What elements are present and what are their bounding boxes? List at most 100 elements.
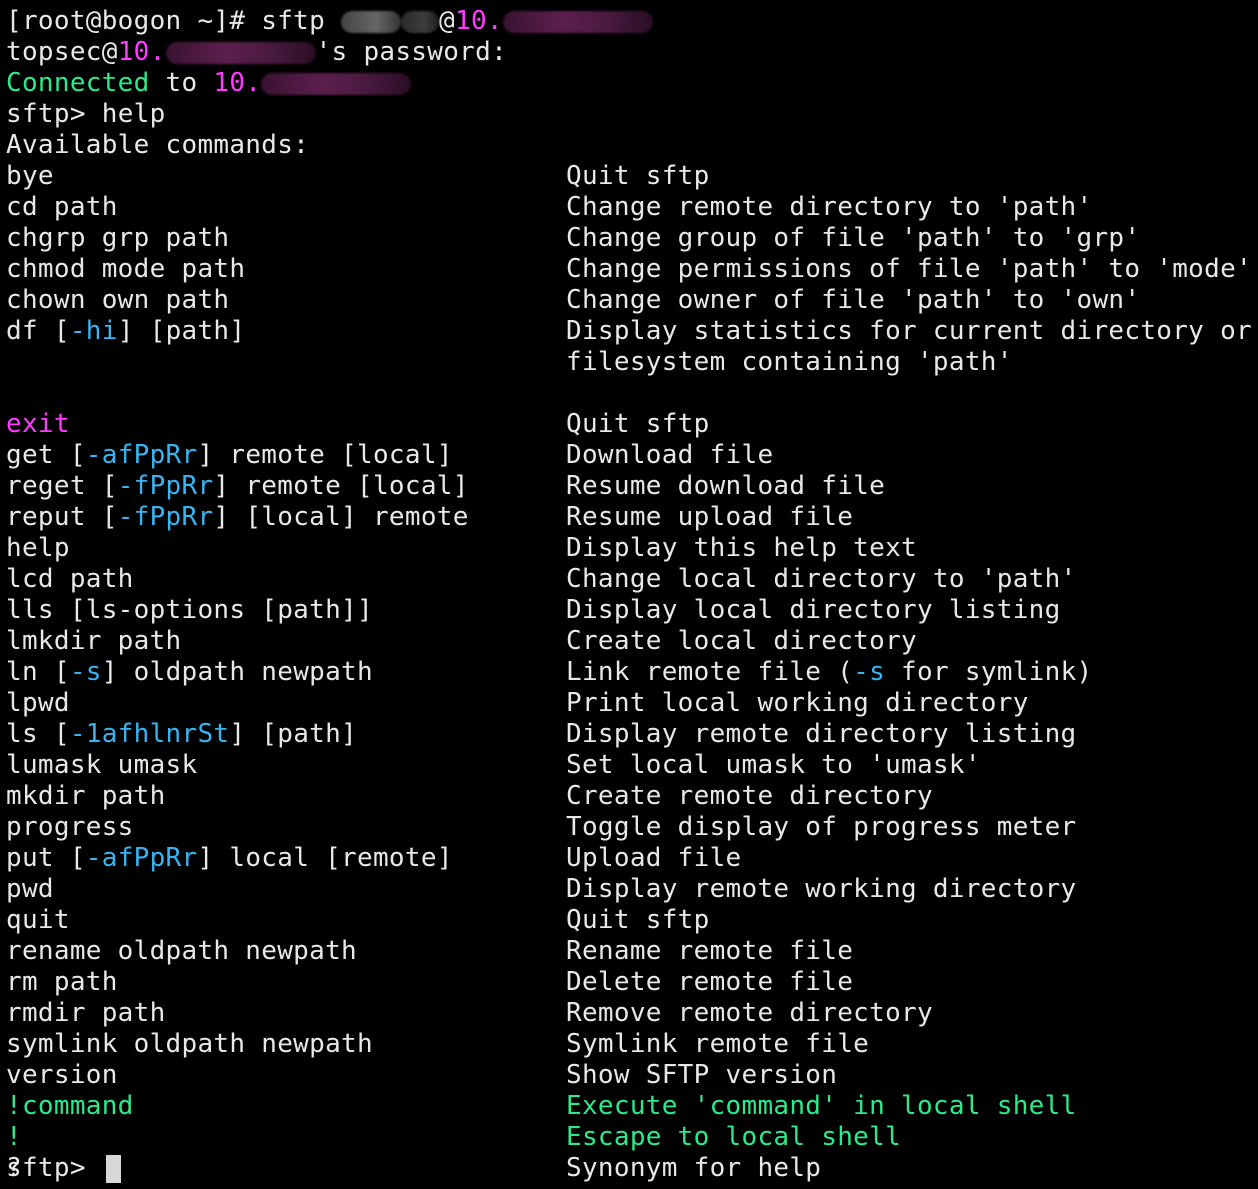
command-description: Change local directory to 'path' [566, 564, 1077, 594]
command-syntax: !command [6, 1091, 134, 1121]
redacted-host-ip [502, 10, 653, 33]
command-description: Download file [566, 440, 774, 470]
command-syntax: lumask umask [6, 750, 198, 780]
sftp-command: sftp [261, 6, 342, 36]
command-syntax: version [6, 1060, 118, 1090]
command-description: Resume upload file [566, 502, 854, 532]
command-description: Display local directory listing [566, 595, 1061, 625]
command-description: Quit sftp [566, 409, 710, 439]
command-syntax-text: ] [path] [229, 719, 358, 749]
command-description: Escape to local shell [566, 1122, 902, 1152]
command-syntax-text: ] oldpath newpath [101, 657, 373, 687]
command-description: Quit sftp [566, 905, 710, 935]
command-syntax: chmod mode path [6, 254, 246, 284]
command-syntax-text: ln [ [6, 657, 70, 687]
connected-line: Connected to 10. [6, 68, 412, 99]
command-syntax-text: ] remote [local] [197, 440, 453, 470]
command-option-flags: -afPpRr [85, 843, 198, 873]
host-ip-prefix: 10. [213, 68, 262, 98]
command-description: Delete remote file [566, 967, 854, 997]
command-syntax-text: put [ [6, 843, 86, 873]
command-description: Quit sftp [566, 161, 710, 191]
command-description: Display statistics for current directory… [566, 316, 1252, 346]
host-ip-prefix: 10. [455, 6, 503, 36]
command-syntax: reput [-fPpRr] [local] remote [6, 502, 469, 533]
command-syntax: ! [6, 1122, 22, 1152]
command-description-continued: filesystem containing 'path' [566, 347, 1013, 377]
description-text: for symlink) [885, 657, 1093, 687]
command-syntax: bye [6, 161, 54, 191]
command-syntax-text: reget [ [6, 471, 118, 501]
command-syntax: quit [6, 905, 70, 935]
command-description: Display remote directory listing [566, 719, 1077, 749]
command-syntax: ln [-s] oldpath newpath [6, 657, 373, 688]
command-description: Upload file [566, 843, 742, 873]
command-description: Synonym for help [566, 1153, 822, 1183]
password-prompt-line: topsec@10. 's password: [6, 37, 507, 68]
command-syntax: reget [-fPpRr] remote [local] [6, 471, 469, 502]
command-syntax: ls [-1afhlnrSt] [path] [6, 719, 357, 750]
command-option-flags: -s [69, 657, 102, 687]
command-description: Resume download file [566, 471, 886, 501]
command-description: Show SFTP version [566, 1060, 838, 1090]
command-syntax: df [-hi] [path] [6, 316, 245, 347]
command-syntax: pwd [6, 874, 54, 904]
command-syntax-text: ] [path] [117, 316, 246, 346]
command-option-flags: -1afhlnrSt [69, 719, 230, 749]
command-syntax: put [-afPpRr] local [remote] [6, 843, 453, 874]
command-description: Print local working directory [566, 688, 1029, 718]
shell-command-line: [root@bogon ~]# sftp @10. [6, 6, 653, 37]
command-syntax: rm path [6, 967, 118, 997]
command-syntax: help [6, 533, 70, 563]
command-syntax: lcd path [6, 564, 134, 594]
command-option-flags: -hi [69, 316, 118, 346]
login-user: topsec [6, 37, 102, 67]
command-description: Display remote working directory [566, 874, 1077, 904]
command-syntax: rmdir path [6, 998, 166, 1028]
at-sign: @ [101, 37, 118, 67]
description-option-flag: -s [853, 657, 886, 687]
command-syntax: get [-afPpRr] remote [local] [6, 440, 453, 471]
terminal-cursor [105, 1154, 121, 1183]
command-description: Remove remote directory [566, 998, 933, 1028]
description-text: Link remote file ( [566, 657, 854, 687]
redacted-username [341, 10, 402, 33]
command-syntax-text: reput [ [6, 502, 118, 532]
at-sign: @ [439, 6, 456, 36]
command-description: Symlink remote file [566, 1029, 870, 1059]
available-commands-heading: Available commands: [6, 130, 310, 160]
command-syntax: rename oldpath newpath [6, 936, 357, 966]
command-option-flags: -afPpRr [85, 440, 198, 470]
command-syntax-text: get [ [6, 440, 86, 470]
command-description: Create local directory [566, 626, 917, 656]
connected-to-text: to [149, 68, 214, 98]
terminal-window[interactable]: [root@bogon ~]# sftp @10. topsec@10.'s p… [0, 0, 1258, 1189]
command-description: Toggle display of progress meter [566, 812, 1077, 842]
command-description: Change remote directory to 'path' [566, 192, 1093, 222]
sftp-prompt: sftp> [6, 1153, 102, 1183]
command-option-flags: -fPpRr [117, 502, 214, 532]
redacted-host-ip [261, 72, 412, 95]
command-syntax-text: ] local [remote] [197, 843, 453, 873]
command-syntax: cd path [6, 192, 118, 222]
command-syntax-text: ] remote [local] [213, 471, 469, 501]
command-description: Set local umask to 'umask' [566, 750, 981, 780]
sftp-help-line: sftp> help [6, 99, 166, 130]
command-syntax: lmkdir path [6, 626, 182, 656]
command-syntax-text: ] [local] remote [213, 502, 469, 532]
command-syntax-text: df [ [6, 316, 70, 346]
command-description: Display this help text [566, 533, 917, 563]
command-description: Execute 'command' in local shell [566, 1091, 1077, 1121]
command-syntax: lls [ls-options [path]] [6, 595, 373, 625]
command-syntax: chown own path [6, 285, 230, 315]
redacted-host-ip [165, 41, 316, 64]
command-description: Link remote file (-s for symlink) [566, 657, 1093, 688]
connected-label: Connected [6, 68, 150, 98]
command-syntax: exit [6, 409, 70, 439]
command-description: Change group of file 'path' to 'grp' [566, 223, 1141, 253]
redacted-username-tail [401, 10, 440, 33]
command-syntax: progress [6, 812, 134, 842]
command-syntax: symlink oldpath newpath [6, 1029, 373, 1059]
sftp-input-line[interactable]: sftp> [6, 1153, 121, 1184]
sftp-prompt: sftp> [6, 99, 102, 129]
